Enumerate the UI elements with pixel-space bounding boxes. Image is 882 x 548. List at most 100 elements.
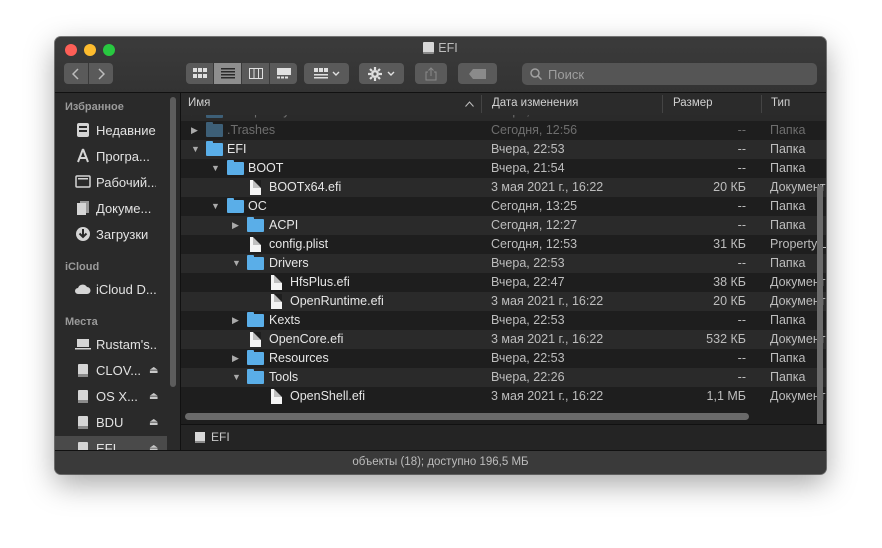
disclosure-triangle-open-icon[interactable]: ▼ <box>232 372 241 382</box>
file-name: OpenShell.efi <box>290 389 366 403</box>
column-kind[interactable]: Тип <box>771 97 790 109</box>
list-item[interactable]: OpenCore.efi 3 мая 2021 г., 16:22 532 КБ… <box>181 330 826 349</box>
share-button[interactable] <box>415 63 447 84</box>
eject-icon[interactable]: ⏏ <box>149 443 158 451</box>
columns-icon <box>248 68 263 79</box>
disclosure-triangle-open-icon[interactable]: ▼ <box>211 163 220 173</box>
list-item[interactable]: ▶ .Trashes Сегодня, 12:56 -- Папка <box>181 121 826 140</box>
disclosure-triangle-icon[interactable]: ▶ <box>191 125 198 136</box>
column-separator[interactable] <box>662 95 663 113</box>
document-icon <box>247 332 261 347</box>
disclosure-triangle-open-icon[interactable]: ▼ <box>232 258 241 268</box>
file-size: 1,1 МБ <box>706 389 746 403</box>
tags-button[interactable] <box>458 63 497 84</box>
eject-icon[interactable]: ⏏ <box>149 417 158 428</box>
path-item[interactable]: EFI <box>211 430 230 444</box>
column-view-button[interactable] <box>242 63 270 84</box>
sidebar-item-desktop[interactable]: Рабочий... <box>55 170 167 194</box>
group-icon <box>313 68 339 79</box>
file-date: Вчера, 23:24 <box>491 115 565 118</box>
file-size: -- <box>668 115 746 118</box>
disclosure-triangle-open-icon[interactable]: ▼ <box>191 144 200 154</box>
cloud-icon <box>74 281 91 298</box>
forward-button[interactable] <box>89 63 113 84</box>
list-item[interactable]: ▼ Drivers Вчера, 22:53 -- Папка <box>181 254 826 273</box>
file-date: Сегодня, 12:53 <box>491 237 578 251</box>
horizontal-scrollbar[interactable] <box>185 413 749 420</box>
vertical-scrollbar[interactable] <box>817 185 823 443</box>
toolbar: EFI <box>55 37 826 93</box>
sidebar-item-applications[interactable]: Програ... <box>55 144 167 168</box>
sidebar-item-bdu[interactable]: BDU ⏏ <box>55 410 167 434</box>
sidebar-scrollbar[interactable] <box>170 97 176 387</box>
eject-icon[interactable]: ⏏ <box>149 391 158 402</box>
column-name[interactable]: Имя <box>188 97 210 109</box>
document-icon <box>247 237 261 252</box>
list-item[interactable]: ▼ Tools Вчера, 22:26 -- Папка <box>181 368 826 387</box>
documents-icon <box>74 200 91 217</box>
search-input[interactable] <box>546 65 800 83</box>
list-item[interactable]: ▼ OC Сегодня, 13:25 -- Папка <box>181 197 826 216</box>
disclosure-triangle-icon[interactable]: ▶ <box>191 115 198 117</box>
list-item[interactable]: ▶ ACPI Сегодня, 12:27 -- Папка <box>181 216 826 235</box>
disclosure-triangle-icon[interactable]: ▶ <box>232 315 239 326</box>
list-item[interactable]: ▼ BOOT Вчера, 21:54 -- Папка <box>181 159 826 178</box>
file-name: EFI <box>227 142 247 156</box>
sidebar-item-documents[interactable]: Докуме... <box>55 196 167 220</box>
file-date: Сегодня, 12:56 <box>491 123 578 137</box>
list-item[interactable]: ▼ EFI Вчера, 22:53 -- Папка <box>181 140 826 159</box>
file-kind: Папка <box>770 123 806 137</box>
file-date: Вчера, 22:26 <box>491 370 565 384</box>
sidebar-heading-icloud: iCloud <box>65 261 100 273</box>
sidebar-item-recents[interactable]: Недавние <box>55 118 167 142</box>
sidebar-item-osx[interactable]: OS X... ⏏ <box>55 384 167 408</box>
list-item[interactable]: ▶ Resources Вчера, 22:53 -- Папка <box>181 349 826 368</box>
folder-icon <box>247 369 264 384</box>
file-date: 3 мая 2021 г., 16:22 <box>491 332 604 346</box>
chevron-left-icon <box>72 67 79 80</box>
drive-icon <box>195 432 205 443</box>
folder-icon <box>247 255 264 270</box>
sidebar-item-computer[interactable]: Rustam's... <box>55 332 167 356</box>
disk-icon <box>74 362 91 379</box>
list-item[interactable]: HfsPlus.efi Вчера, 22:47 38 КБ Документ <box>181 273 826 292</box>
list-item[interactable]: OpenShell.efi 3 мая 2021 г., 16:22 1,1 М… <box>181 387 826 406</box>
downloads-icon <box>74 226 91 243</box>
file-name: Kexts <box>269 313 301 327</box>
column-separator[interactable] <box>761 95 762 113</box>
sidebar-item-label: CLOV... <box>96 362 142 378</box>
column-header: Имя Дата изменения Размер Тип <box>181 93 826 116</box>
disclosure-triangle-open-icon[interactable]: ▼ <box>211 201 220 211</box>
sidebar-item-efi[interactable]: EFI ⏏ <box>55 436 167 450</box>
file-size: -- <box>737 199 746 213</box>
list-item[interactable]: ▶ Kexts Вчера, 22:53 -- Папка <box>181 311 826 330</box>
icon-view-button[interactable] <box>186 63 214 84</box>
desktop-icon <box>74 174 91 191</box>
search-field[interactable] <box>522 63 817 85</box>
list-item[interactable]: BOOTx64.efi 3 мая 2021 г., 16:22 20 КБ Д… <box>181 178 826 197</box>
document-icon <box>268 389 282 404</box>
file-date: Сегодня, 12:27 <box>491 218 578 232</box>
disclosure-triangle-icon[interactable]: ▶ <box>232 353 239 364</box>
eject-icon[interactable]: ⏏ <box>149 365 158 376</box>
file-kind: Папка <box>770 142 806 156</box>
gallery-view-button[interactable] <box>270 63 297 84</box>
group-button[interactable] <box>304 63 349 84</box>
sidebar-item-icloud-drive[interactable]: iCloud D... <box>55 277 167 301</box>
disk-icon <box>74 388 91 405</box>
gear-icon <box>367 66 394 81</box>
column-date[interactable]: Дата изменения <box>492 97 578 109</box>
disclosure-triangle-icon[interactable]: ▶ <box>232 220 239 231</box>
file-name: .TemporaryItems <box>227 115 320 118</box>
action-button[interactable] <box>359 63 404 84</box>
list-view-button[interactable] <box>214 63 242 84</box>
back-button[interactable] <box>64 63 89 84</box>
file-date: Вчера, 22:53 <box>491 142 565 156</box>
sidebar-item-downloads[interactable]: Загрузки <box>55 222 167 246</box>
sidebar-item-clover[interactable]: CLOV... ⏏ <box>55 358 167 382</box>
list-item[interactable]: OpenRuntime.efi 3 мая 2021 г., 16:22 20 … <box>181 292 826 311</box>
column-separator[interactable] <box>481 95 482 113</box>
sidebar-item-label: OS X... <box>96 388 138 404</box>
list-item[interactable]: config.plist Сегодня, 12:53 31 КБ Proper… <box>181 235 826 254</box>
column-size[interactable]: Размер <box>673 97 713 109</box>
